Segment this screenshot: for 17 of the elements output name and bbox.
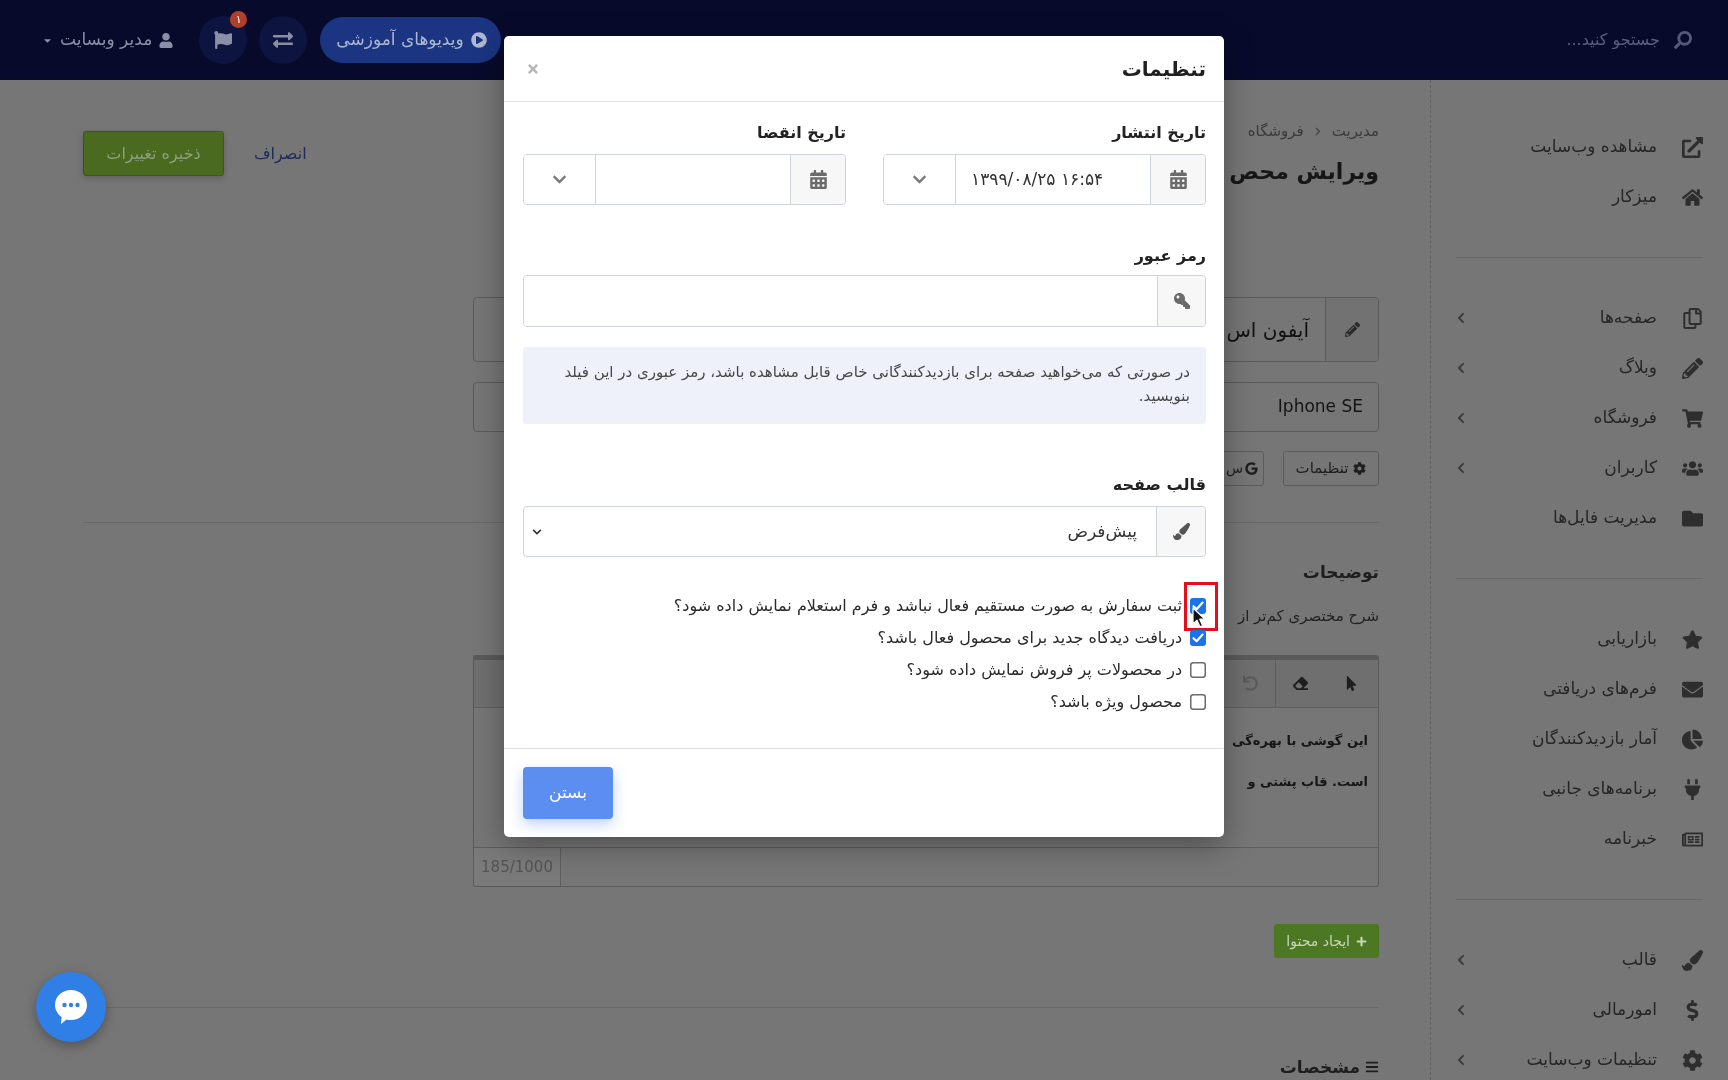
section-heading: مشخصات [1279, 1056, 1360, 1078]
editor-text-line: است. قاب پشتی و [1247, 773, 1368, 791]
field-label: قالب صفحه [1112, 474, 1206, 496]
password-note: در صورتی که می‌خواهید صفحه برای بازدیدکنندگانی خاص قابل مشاهده باشد، رمز عبوری در این فیلد بنویسید. [523, 347, 1206, 424]
checkbox-label: ثبت سفارش به صورت مستقیم فعال نباشد و فرم استعلام نمایش داده شود؟ [673, 595, 1182, 618]
field-label: رمز عبور [1134, 245, 1206, 267]
section-heading: توضیحات [1302, 561, 1379, 583]
dialog-title: تنظیمات [1121, 55, 1206, 83]
notification-badge: ۱ [230, 11, 248, 28]
checkbox-label: دریافت دیدگاه جدید برای محصول فعال باشد؟ [877, 627, 1182, 650]
checkbox-label: محصول ویژه باشد؟ [1050, 691, 1182, 714]
field-label: تاریخ انقضا [756, 122, 846, 144]
description-hint: شرح مختصری کم‌تر از [1237, 606, 1379, 626]
field-label: تاریخ انتشار [1112, 122, 1206, 144]
editor-text-line: این گوشی با بهره‌گی [1232, 732, 1368, 750]
checkbox-label: در محصولات پر فروش نمایش داده شود؟ [906, 659, 1182, 682]
page-title: ویرایش محص [1229, 158, 1379, 187]
